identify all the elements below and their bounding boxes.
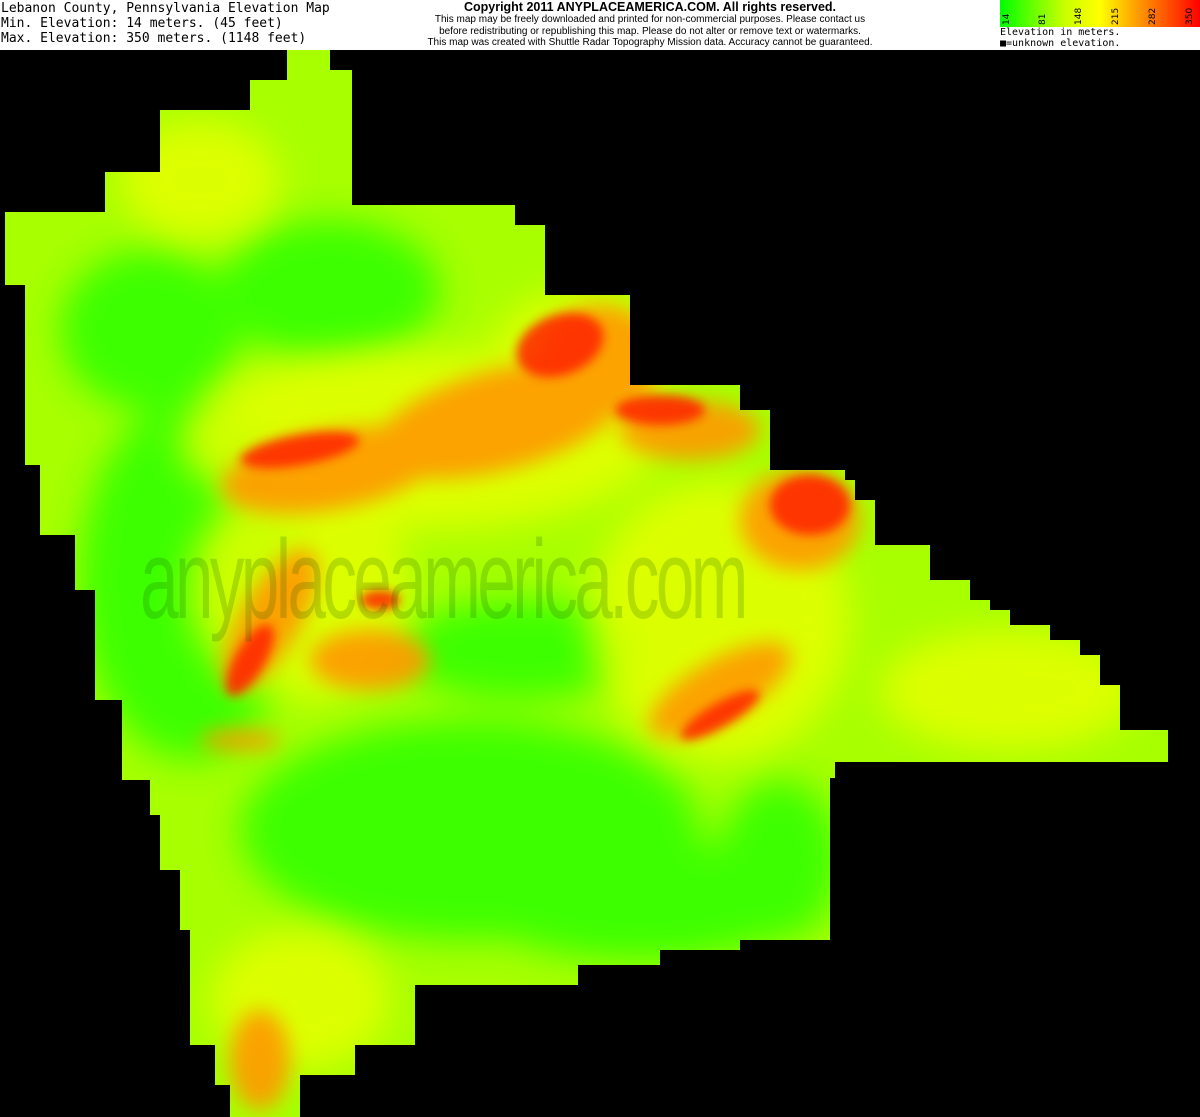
county-terrain (5, 50, 1168, 1117)
elevation-map (5, 50, 1168, 1117)
